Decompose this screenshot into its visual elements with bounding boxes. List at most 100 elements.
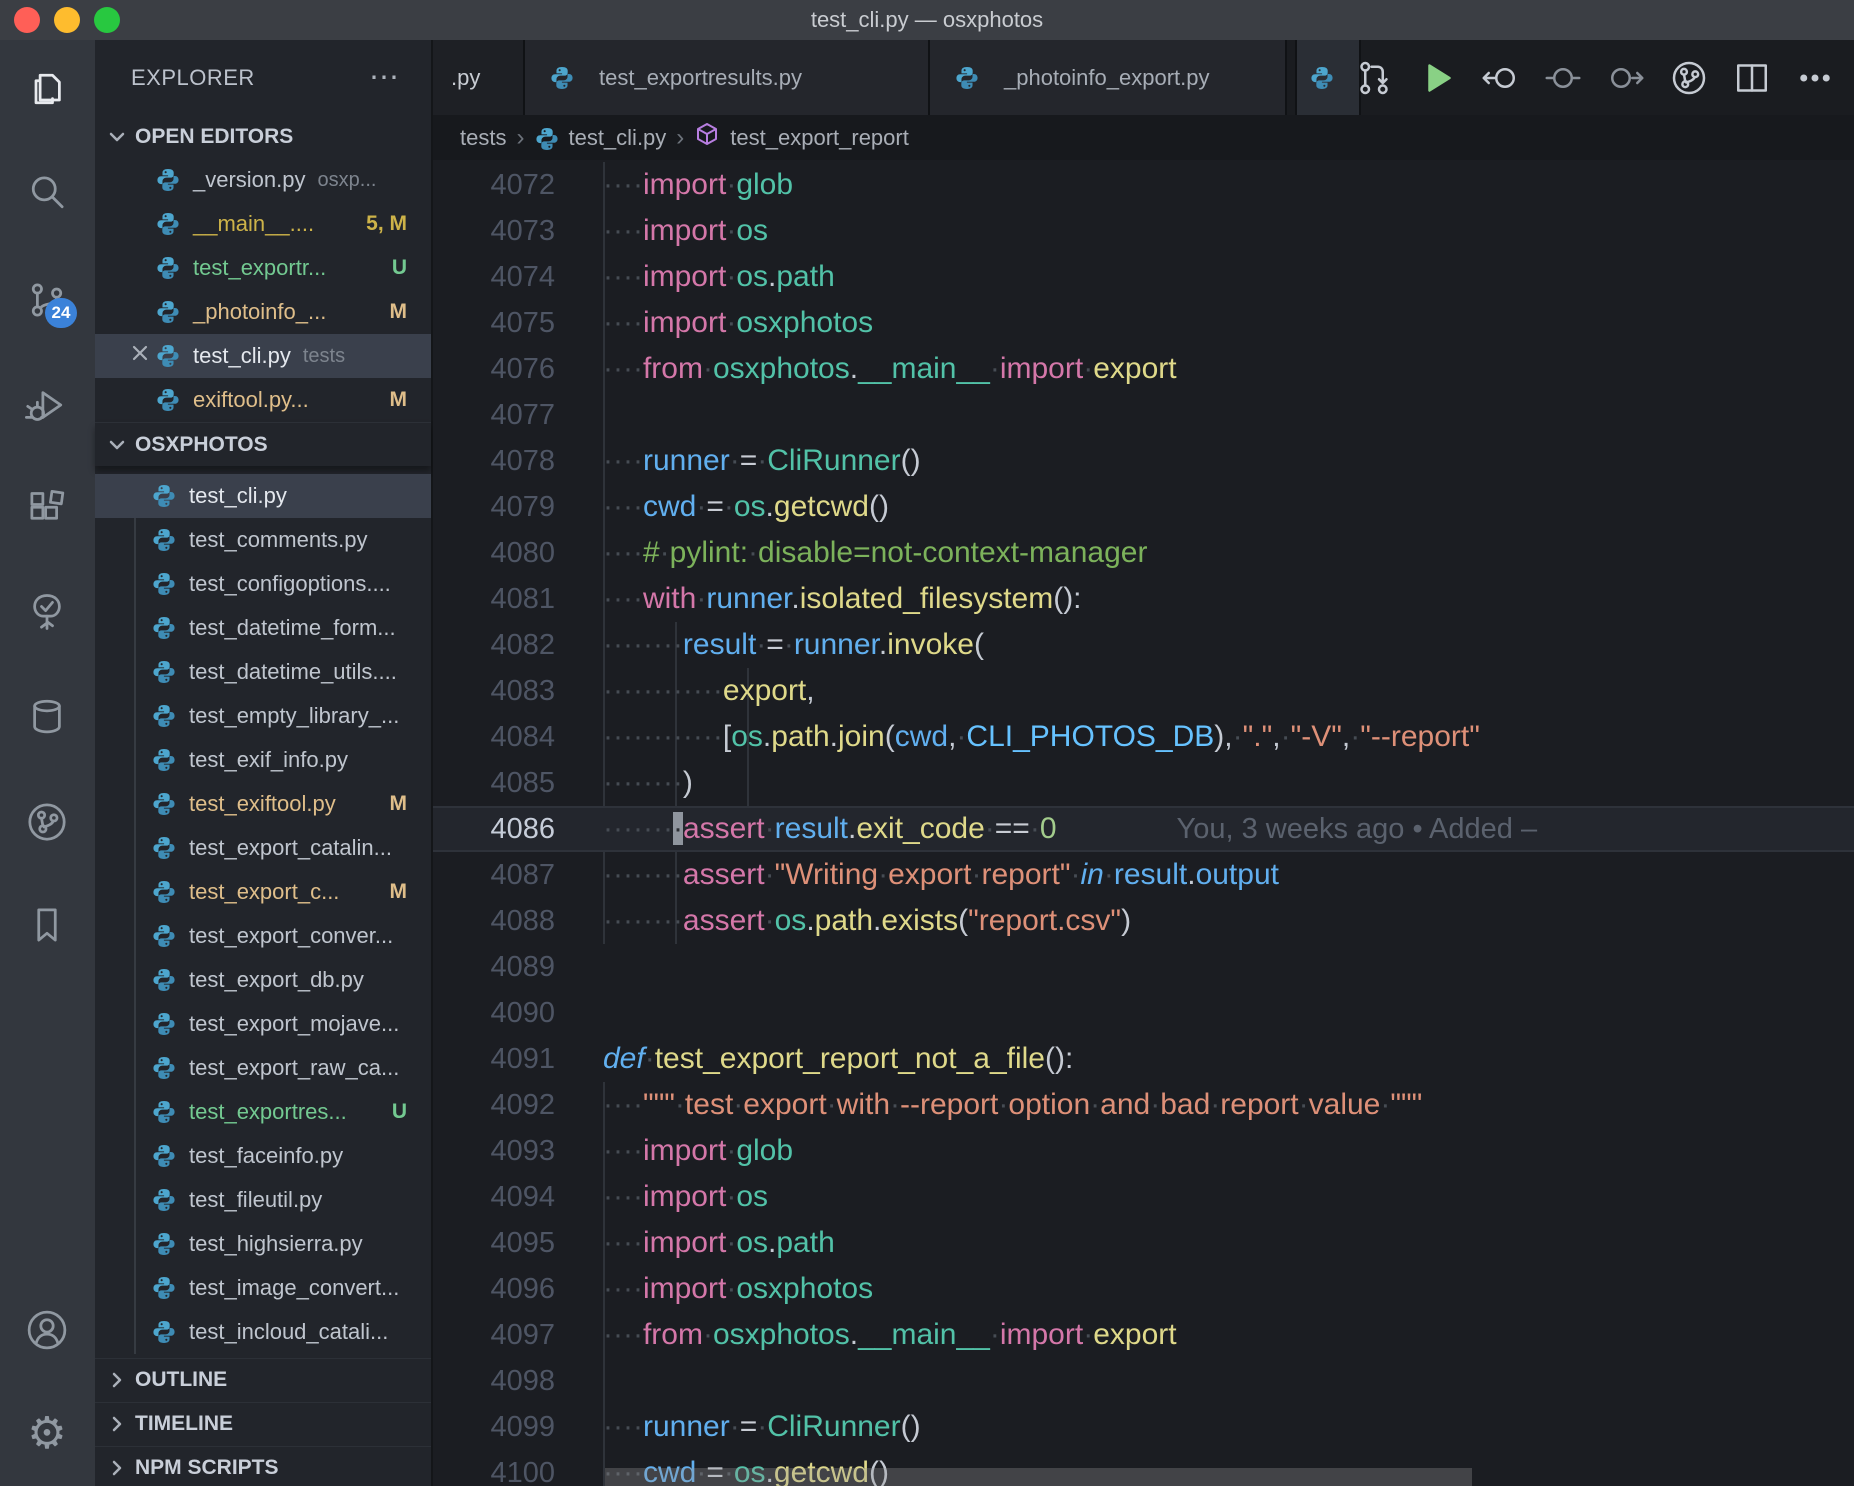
minimize-window-button[interactable] — [54, 7, 80, 33]
run-debug-icon[interactable] — [25, 383, 69, 427]
file-tree-item[interactable]: test_empty_library_... — [95, 694, 431, 738]
file-tree-item[interactable]: test_export_conver... — [95, 914, 431, 958]
git-graph-icon[interactable] — [25, 800, 69, 844]
file-tree-item[interactable]: test_configoptions.... — [95, 562, 431, 606]
debug-continue-icon[interactable] — [1594, 56, 1657, 100]
code-line-4098[interactable]: 4098 — [433, 1358, 1854, 1404]
code-line-4090[interactable]: 4090 — [433, 990, 1854, 1036]
split-editor-icon[interactable] — [1720, 56, 1783, 100]
bookmarks-icon[interactable] — [25, 903, 69, 947]
git-graph-circle-icon[interactable] — [1657, 56, 1720, 100]
section-timeline[interactable]: TIMELINE — [95, 1402, 431, 1445]
source-control-icon[interactable]: 24 — [25, 278, 69, 322]
code-line-4095[interactable]: 4095····import·os.path — [433, 1220, 1854, 1266]
python-icon — [155, 255, 181, 281]
breadcrumb-folder[interactable]: tests — [460, 125, 506, 151]
maximize-window-button[interactable] — [94, 7, 120, 33]
code-line-4077[interactable]: 4077 — [433, 392, 1854, 438]
file-tree-item[interactable]: test_cli.py — [95, 474, 431, 518]
code-line-4081[interactable]: 4081····with·runner.isolated_filesystem(… — [433, 576, 1854, 622]
run-icon[interactable] — [1405, 56, 1468, 100]
debug-step-back-icon[interactable] — [1468, 56, 1531, 100]
file-tree-item[interactable]: test_export_raw_ca... — [95, 1046, 431, 1090]
code-line-4099[interactable]: 4099····runner·=·CliRunner() — [433, 1404, 1854, 1450]
code-line-4080[interactable]: 4080····#·pylint:·disable=not-context-ma… — [433, 530, 1854, 576]
horizontal-scrollbar[interactable] — [605, 1468, 1472, 1486]
file-tree-item[interactable]: test_datetime_form... — [95, 606, 431, 650]
code-line-4087[interactable]: 4087········assert·"Writing·export·repor… — [433, 852, 1854, 898]
more-actions-icon[interactable]: ⋯ — [369, 68, 401, 88]
open-editor-item[interactable]: __main__....5, M — [95, 202, 431, 246]
code-line-4078[interactable]: 4078····runner·=·CliRunner() — [433, 438, 1854, 484]
extensions-icon[interactable] — [25, 488, 69, 532]
file-tree-item[interactable]: test_export_mojave... — [95, 1002, 431, 1046]
section-osxphotos[interactable]: OSXPHOTOS — [95, 422, 431, 466]
file-tree-item[interactable]: test_highsierra.py — [95, 1222, 431, 1266]
line-number: 4093 — [433, 1135, 555, 1168]
database-icon[interactable] — [25, 695, 69, 739]
file-tree-item[interactable]: test_export_c...M — [95, 870, 431, 914]
section-outline[interactable]: OUTLINE — [95, 1358, 431, 1401]
code-line-4092[interactable]: 4092····"""·test·export·with·--report·op… — [433, 1082, 1854, 1128]
code-line-4088[interactable]: 4088········assert·os.path.exists("repor… — [433, 898, 1854, 944]
breadcrumb-file[interactable]: test_cli.py — [568, 125, 666, 151]
file-label: test_fileutil.py — [189, 1187, 322, 1213]
code-line-4073[interactable]: 4073····import·os — [433, 208, 1854, 254]
code-line-4093[interactable]: 4093····import·glob — [433, 1128, 1854, 1174]
code-line-4084[interactable]: 4084············[os.path.join(cwd,·CLI_P… — [433, 714, 1854, 760]
code-line-4082[interactable]: 4082········result·=·runner.invoke( — [433, 622, 1854, 668]
file-tree-item[interactable]: test_comments.py — [95, 518, 431, 562]
section-npm-scripts[interactable]: NPM SCRIPTS — [95, 1446, 431, 1486]
breadcrumb-symbol[interactable]: test_export_report — [730, 125, 909, 151]
line-number: 4084 — [433, 721, 555, 754]
code-line-4085[interactable]: 4085········) — [433, 760, 1854, 806]
files-icon[interactable] — [25, 67, 69, 111]
open-editor-item[interactable]: _photoinfo_...M — [95, 290, 431, 334]
file-label: test_exiftool.py — [189, 791, 336, 817]
file-tree-item[interactable]: test_export_db.py — [95, 958, 431, 1002]
file-tree-item[interactable]: test_incloud_catali... — [95, 1310, 431, 1354]
editor-tab[interactable]: _photoinfo_export.py — [930, 40, 1287, 115]
settings-gear-icon[interactable]: ⚙ — [25, 1412, 69, 1456]
code-line-4094[interactable]: 4094····import·os — [433, 1174, 1854, 1220]
debug-pause-circle-icon[interactable] — [1531, 56, 1594, 100]
open-editor-item[interactable]: test_cli.pytests — [95, 334, 431, 378]
code-line-4074[interactable]: 4074····import·os.path — [433, 254, 1854, 300]
file-tree-item[interactable]: test_faceinfo.py — [95, 1134, 431, 1178]
code-line-4091[interactable]: 4091def·test_export_report_not_a_file(): — [433, 1036, 1854, 1082]
line-number: 4086 — [433, 813, 555, 846]
code-line-4086[interactable]: 4086········assert·result.exit_code·==·0… — [433, 806, 1854, 852]
open-editor-item[interactable]: test_exportr...U — [95, 246, 431, 290]
open-editor-item[interactable]: _version.pyosxp... — [95, 158, 431, 202]
code-line-4096[interactable]: 4096····import·osxphotos — [433, 1266, 1854, 1312]
code-line-4089[interactable]: 4089 — [433, 944, 1854, 990]
more-actions-icon[interactable] — [1783, 56, 1846, 100]
file-tree-item[interactable]: test_exiftool.pyM — [95, 782, 431, 826]
account-icon[interactable] — [25, 1308, 69, 1352]
file-tree-item[interactable]: test_fileutil.py — [95, 1178, 431, 1222]
close-window-button[interactable] — [14, 7, 40, 33]
editor-tab[interactable]: test_exportresults.py — [525, 40, 930, 115]
git-pull-request-icon[interactable] — [1342, 56, 1405, 100]
file-label: test_exportr... — [193, 255, 326, 281]
file-tree-item[interactable]: test_image_convert... — [95, 1266, 431, 1310]
open-editor-item[interactable]: exiftool.py...M — [95, 378, 431, 422]
section-open-editors[interactable]: OPEN EDITORS — [95, 115, 431, 158]
search-icon[interactable] — [25, 171, 69, 215]
file-tree-item[interactable]: test_exportres...U — [95, 1090, 431, 1134]
editor-tab[interactable]: .py — [433, 40, 525, 115]
code-line-4079[interactable]: 4079····cwd·=·os.getcwd() — [433, 484, 1854, 530]
code-line-4097[interactable]: 4097····from·osxphotos.__main__·import·e… — [433, 1312, 1854, 1358]
code-line-4083[interactable]: 4083············export, — [433, 668, 1854, 714]
close-icon[interactable] — [129, 342, 155, 370]
code-line-4076[interactable]: 4076····from·osxphotos.__main__·import·e… — [433, 346, 1854, 392]
file-tree-item[interactable]: test_export_catalin... — [95, 826, 431, 870]
file-tree-item[interactable]: test_datetime_utils.... — [95, 650, 431, 694]
test-tree-icon[interactable] — [25, 590, 69, 634]
file-tree-item[interactable]: test_exif_info.py — [95, 738, 431, 782]
code-line-4072[interactable]: 4072····import·glob — [433, 162, 1854, 208]
python-icon — [549, 65, 575, 91]
code-editor[interactable]: 4072····import·glob4073····import·os4074… — [433, 160, 1854, 1486]
python-icon — [1309, 65, 1335, 91]
code-line-4075[interactable]: 4075····import·osxphotos — [433, 300, 1854, 346]
